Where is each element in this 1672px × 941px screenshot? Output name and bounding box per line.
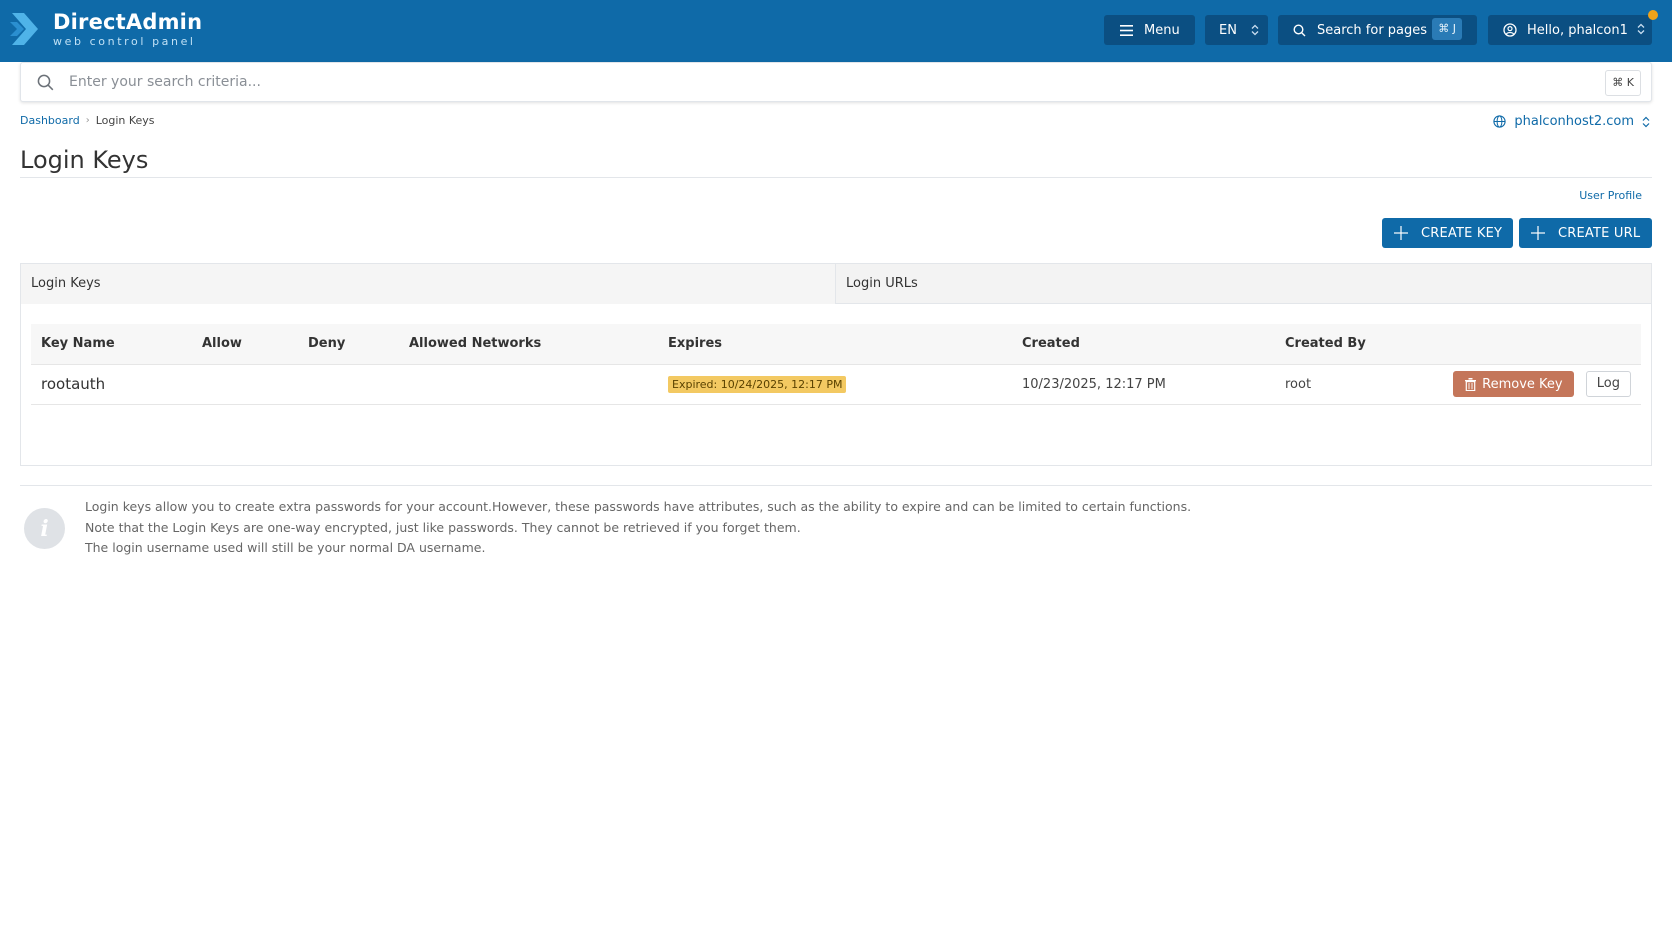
- info-line: Note that the Login Keys are one-way enc…: [85, 519, 801, 535]
- create-url-label: CREATE URL: [1558, 225, 1641, 241]
- chevron-up-down-icon: [1637, 23, 1645, 35]
- column-header-deny[interactable]: Deny: [298, 324, 399, 365]
- user-menu-button[interactable]: Hello, phalcon1: [1488, 15, 1652, 45]
- login-keys-table: Key Name Allow Deny Allowed Networks Exp…: [31, 324, 1641, 405]
- column-header-key-name[interactable]: Key Name: [31, 324, 192, 365]
- domain-selector[interactable]: phalconhost2.com: [1493, 114, 1650, 129]
- directadmin-logo-icon: [10, 13, 38, 45]
- info-divider: [20, 485, 1652, 486]
- domain-name: phalconhost2.com: [1514, 114, 1634, 129]
- language-label: EN: [1219, 22, 1237, 38]
- expired-badge: Expired: 10/24/2025, 12:17 PM: [668, 375, 847, 393]
- table-row: rootauth Expired: 10/24/2025, 12:17 PM 1…: [31, 364, 1641, 405]
- log-button[interactable]: Log: [1585, 371, 1631, 397]
- brand-subtitle: web control panel: [53, 34, 196, 48]
- cell-deny: [298, 364, 399, 405]
- column-header-allow[interactable]: Allow: [192, 324, 298, 365]
- cell-allowed-networks: [399, 364, 658, 405]
- search-pages-button[interactable]: Search for pages ⌘ J: [1278, 15, 1477, 45]
- info-text: Login keys allow you to create extra pas…: [85, 497, 1191, 559]
- cell-allow: [192, 364, 298, 405]
- search-icon: [37, 74, 54, 90]
- global-search-input[interactable]: [69, 74, 1519, 90]
- search-pages-label: Search for pages: [1317, 22, 1428, 38]
- plus-icon: [1531, 226, 1545, 240]
- top-bar: DirectAdmin web control panel Menu EN Se…: [0, 0, 1672, 62]
- tab-login-urls[interactable]: Login URLs: [836, 264, 1651, 304]
- create-key-label: CREATE KEY: [1421, 225, 1503, 241]
- info-icon: i: [24, 508, 65, 549]
- create-key-button[interactable]: CREATE KEY: [1382, 218, 1513, 248]
- menu-label: Menu: [1144, 22, 1180, 38]
- search-shortcut: ⌘ K: [1605, 70, 1641, 96]
- column-header-expires[interactable]: Expires: [658, 324, 1012, 365]
- language-selector[interactable]: EN: [1205, 15, 1268, 45]
- breadcrumb: Dashboard › Login Keys: [20, 114, 155, 127]
- cell-created-by: root: [1275, 364, 1435, 405]
- search-pages-shortcut: ⌘ J: [1432, 18, 1462, 40]
- user-profile-link[interactable]: User Profile: [1579, 189, 1642, 202]
- brand-logo[interactable]: DirectAdmin web control panel: [10, 9, 202, 49]
- breadcrumb-current: Login Keys: [95, 114, 155, 127]
- cell-expires: Expired: 10/24/2025, 12:17 PM: [658, 364, 1012, 405]
- menu-button[interactable]: Menu: [1104, 15, 1195, 45]
- chevron-up-down-icon: [1642, 116, 1650, 127]
- user-circle-icon: [1503, 23, 1517, 37]
- notification-dot[interactable]: [1648, 10, 1658, 20]
- chevron-up-down-icon: [1251, 24, 1259, 36]
- tab-login-keys[interactable]: Login Keys: [21, 264, 836, 304]
- title-divider: [20, 177, 1652, 178]
- trash-icon: [1465, 377, 1477, 391]
- user-greeting: Hello, phalcon1: [1527, 22, 1628, 38]
- tab-bar: Login Keys Login URLs: [21, 264, 1651, 304]
- cell-created: 10/23/2025, 12:17 PM: [1012, 364, 1275, 405]
- brand-title: DirectAdmin: [53, 9, 203, 34]
- breadcrumb-dashboard[interactable]: Dashboard: [20, 114, 80, 127]
- info-line: Login keys allow you to create extra pas…: [85, 499, 1192, 514]
- plus-icon: [1394, 226, 1408, 240]
- login-keys-panel: Login Keys Login URLs Key Name Allow Den…: [20, 263, 1652, 466]
- info-line: The login username used will still be yo…: [85, 540, 486, 555]
- column-header-actions: [1435, 324, 1641, 365]
- create-url-button[interactable]: CREATE URL: [1519, 218, 1652, 248]
- cell-actions: Remove Key Log: [1435, 364, 1641, 405]
- hamburger-icon: [1120, 24, 1133, 36]
- breadcrumb-separator-icon: ›: [85, 115, 90, 126]
- table-header-row: Key Name Allow Deny Allowed Networks Exp…: [31, 324, 1641, 365]
- cell-key-name: rootauth: [31, 364, 192, 405]
- global-search-bar: ⌘ K: [20, 62, 1652, 102]
- column-header-created-by[interactable]: Created By: [1275, 324, 1435, 365]
- search-icon: [1293, 23, 1306, 36]
- page-title: Login Keys: [20, 146, 149, 174]
- remove-key-button[interactable]: Remove Key: [1453, 371, 1574, 397]
- globe-icon: [1493, 115, 1507, 128]
- remove-key-label: Remove Key: [1482, 376, 1563, 392]
- column-header-allowed-networks[interactable]: Allowed Networks: [399, 324, 658, 365]
- column-header-created[interactable]: Created: [1012, 324, 1275, 365]
